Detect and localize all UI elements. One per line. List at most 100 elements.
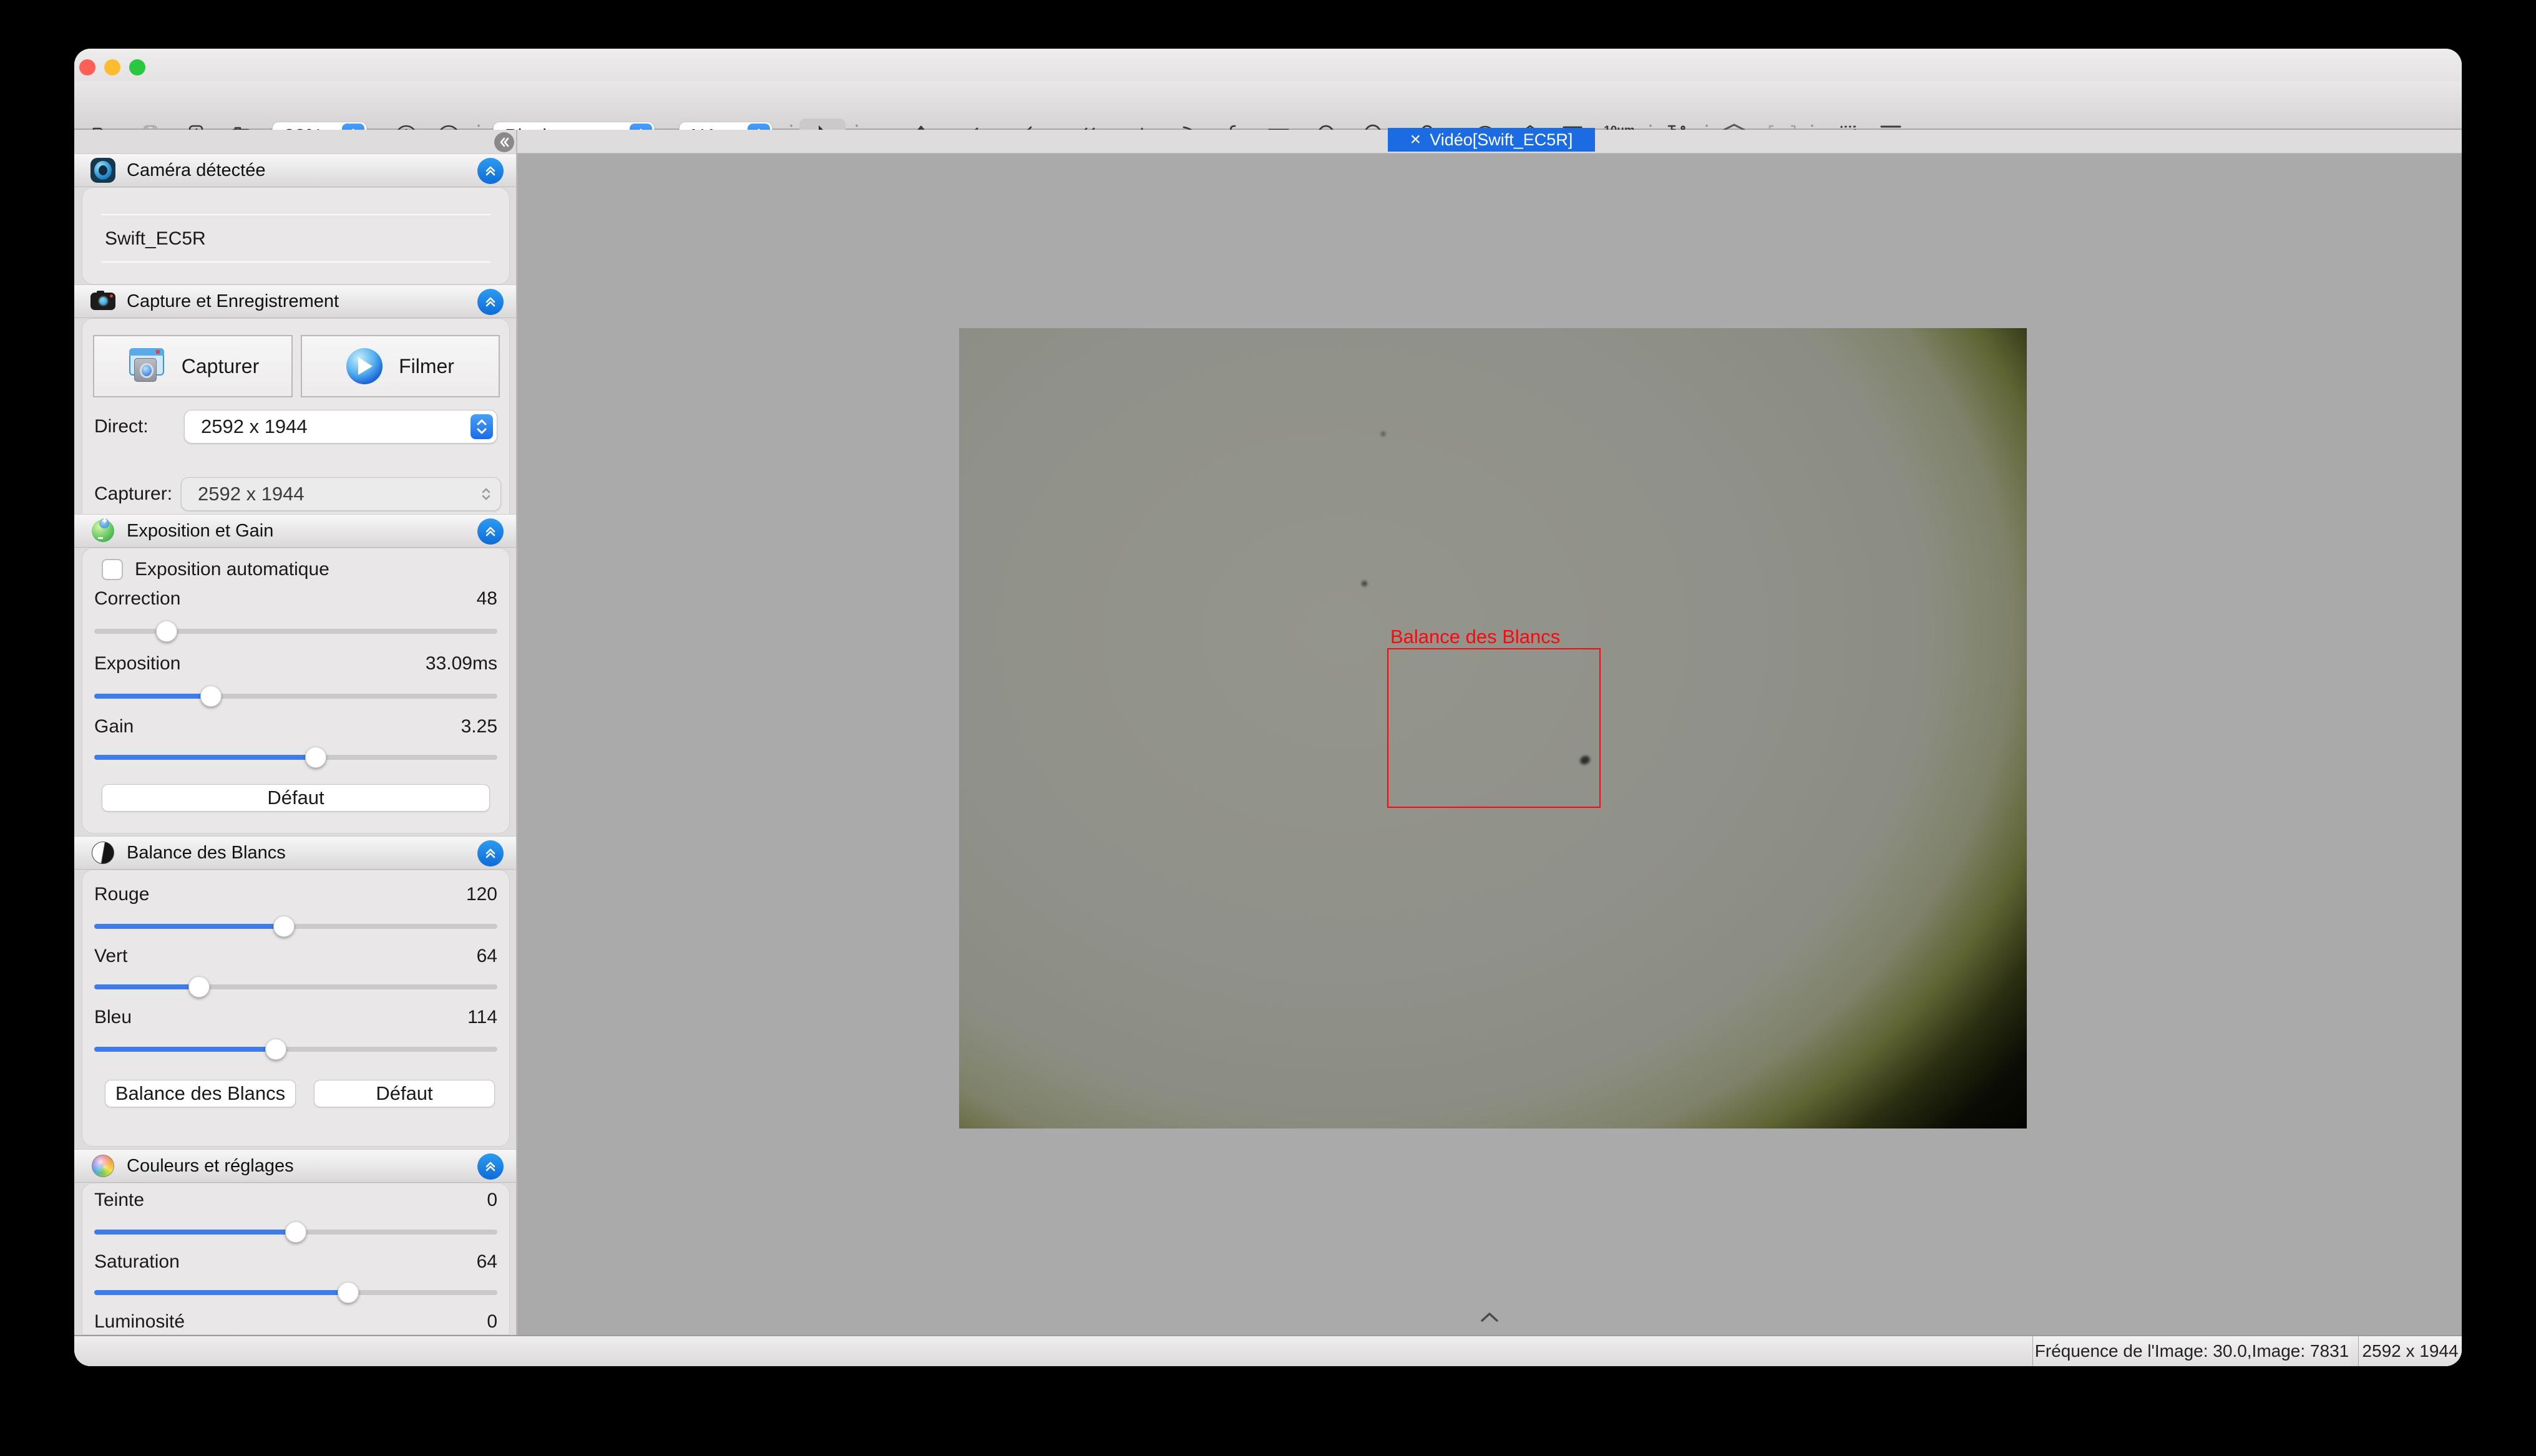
double-chevron-up-icon — [482, 163, 499, 179]
panel-header-white-balance[interactable]: Balance des Blancs — [74, 836, 517, 870]
double-chevron-up-icon — [482, 523, 499, 540]
color-wheel-icon — [90, 1153, 115, 1178]
slider-thumb[interactable] — [188, 976, 210, 997]
collapse-panel-button[interactable] — [477, 840, 504, 866]
capture-resolution-select: 2592 x 1944 — [181, 477, 501, 511]
slider-value: 0 — [487, 1188, 497, 1213]
dust-speck — [1362, 581, 1367, 586]
slider-value: 3.25 — [461, 714, 497, 739]
slider-fill — [94, 755, 316, 760]
slider-value: 114 — [467, 1005, 497, 1030]
slider-label: Teinte — [94, 1188, 144, 1213]
record-button[interactable]: Filmer — [301, 335, 500, 397]
status-bar: Fréquence de l'Image: 30.0,Image: 7831 2… — [74, 1335, 2462, 1366]
panel-header-capture[interactable]: Capture et Enregistrement — [74, 284, 517, 318]
close-tab-icon[interactable]: × — [1410, 130, 1422, 149]
capture-resolution-value: 2592 x 1944 — [182, 483, 480, 505]
control-sidebar: Caméra détectée Swift_EC5R Capture et En… — [74, 130, 517, 1335]
slider-fill — [94, 694, 211, 699]
slider-thumb[interactable] — [156, 621, 177, 642]
panel-title: Capture et Enregistrement — [127, 291, 339, 312]
exposure-icon — [90, 518, 115, 543]
slider-label: Rouge — [94, 882, 149, 907]
collapse-panel-button[interactable] — [477, 289, 504, 315]
color-panel-body: Teinte 0 Saturation 64 Luminosité 0 — [82, 1183, 510, 1335]
direct-resolution-value: 2592 x 1944 — [185, 415, 471, 438]
double-chevron-left-icon — [497, 135, 511, 149]
minimize-window-button[interactable] — [104, 59, 120, 75]
white-balance-region[interactable] — [1387, 648, 1601, 808]
chevron-up-icon — [1478, 1310, 1501, 1324]
stepper-disabled-icon — [480, 487, 492, 501]
panel-header-camera[interactable]: Caméra détectée — [74, 153, 517, 187]
green-slider[interactable] — [94, 984, 497, 989]
record-play-icon — [346, 348, 383, 384]
capture-resolution-label: Capturer: — [94, 482, 172, 507]
capture-photo-icon — [127, 348, 165, 384]
record-button-label: Filmer — [399, 355, 454, 378]
dust-speck — [1381, 432, 1385, 436]
camera-list: Swift_EC5R — [82, 187, 510, 284]
list-separator — [101, 261, 490, 263]
slider-fill — [94, 924, 284, 929]
video-canvas: × Vidéo[Swift_EC5R] Balance des Blancs — [517, 130, 2462, 1335]
tab-video[interactable]: × Vidéo[Swift_EC5R] — [1388, 128, 1595, 152]
collapse-panel-button[interactable] — [477, 158, 504, 184]
capture-panel-body: Capturer Filmer Direct: 2592 x 1944 Capt… — [82, 318, 510, 524]
direct-resolution-select[interactable]: 2592 x 1944 — [184, 410, 497, 444]
app-window: 33% Pixel NA — [74, 49, 2462, 1366]
exposure-default-button[interactable]: Défaut — [102, 784, 490, 812]
slider-label: Bleu — [94, 1005, 132, 1030]
panel-title: Couleurs et réglages — [127, 1156, 294, 1177]
blue-slider[interactable] — [94, 1047, 497, 1052]
collapse-sidebar-button[interactable] — [494, 132, 514, 152]
double-chevron-up-icon — [482, 294, 499, 310]
close-window-button[interactable] — [79, 59, 95, 75]
white-balance-overlay-label: Balance des Blancs — [1390, 626, 1560, 648]
slider-thumb[interactable] — [338, 1282, 359, 1303]
exposure-panel-body: Exposition automatique Correction 48 Exp… — [82, 548, 510, 833]
white-balance-default-button[interactable]: Défaut — [314, 1080, 495, 1107]
title-bar — [74, 49, 2462, 81]
slider-thumb[interactable] — [305, 747, 326, 768]
slider-fill — [94, 1047, 276, 1052]
panel-header-color[interactable]: Couleurs et réglages — [74, 1149, 517, 1183]
camera-live-view[interactable]: Balance des Blancs — [959, 328, 2027, 1128]
saturation-slider[interactable] — [94, 1290, 497, 1295]
slider-value: 64 — [477, 944, 497, 969]
collapse-bottom-panel-button[interactable] — [1478, 1310, 1501, 1327]
auto-exposure-label: Exposition automatique — [135, 557, 329, 582]
hue-slider[interactable] — [94, 1230, 497, 1235]
auto-exposure-checkbox[interactable] — [102, 559, 123, 580]
camera-lens-icon — [90, 158, 115, 183]
slider-label: Gain — [94, 714, 134, 739]
exposure-slider[interactable] — [94, 694, 497, 699]
gain-slider[interactable] — [94, 755, 497, 760]
slider-thumb[interactable] — [273, 916, 295, 937]
camera-icon — [90, 289, 115, 314]
correction-slider[interactable] — [94, 629, 497, 634]
slider-label: Exposition — [94, 651, 180, 676]
list-separator — [101, 214, 490, 215]
resolution-info: 2592 x 1944 — [2358, 1336, 2462, 1366]
slider-fill — [94, 984, 199, 989]
toolbar: 33% Pixel NA — [74, 81, 2462, 130]
slider-thumb[interactable] — [285, 1221, 306, 1243]
slider-fill — [94, 1230, 296, 1235]
slider-value: 0 — [487, 1309, 497, 1334]
slider-thumb[interactable] — [200, 686, 222, 707]
zoom-window-button[interactable] — [129, 59, 145, 75]
slider-thumb[interactable] — [265, 1039, 286, 1060]
slider-label: Correction — [94, 586, 180, 611]
red-slider[interactable] — [94, 924, 497, 929]
white-balance-button[interactable]: Balance des Blancs — [105, 1080, 296, 1107]
collapse-panel-button[interactable] — [477, 518, 504, 545]
panel-header-exposure[interactable]: Exposition et Gain — [74, 514, 517, 548]
camera-name[interactable]: Swift_EC5R — [105, 225, 206, 253]
panel-title: Balance des Blancs — [127, 843, 286, 863]
white-balance-icon — [90, 840, 115, 865]
frame-info: Fréquence de l'Image: 30.0,Image: 7831 — [2032, 1336, 2351, 1366]
slider-label: Luminosité — [94, 1309, 185, 1334]
capture-button[interactable]: Capturer — [93, 335, 293, 397]
collapse-panel-button[interactable] — [477, 1153, 504, 1180]
